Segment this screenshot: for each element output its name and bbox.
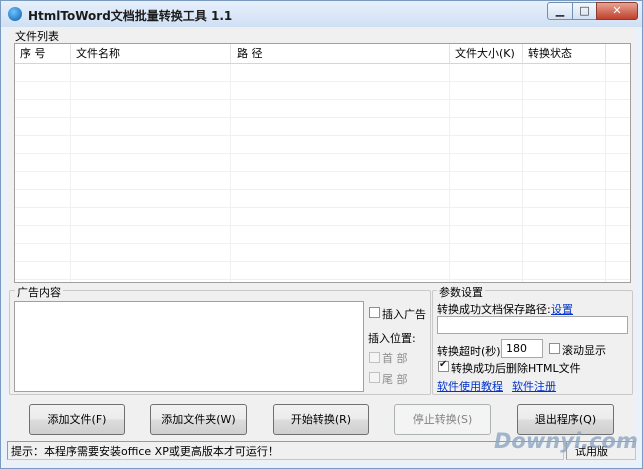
params-group-label: 参数设置 bbox=[437, 284, 485, 300]
add-folder-button[interactable]: 添加文件夹(W) bbox=[150, 404, 247, 435]
table-row bbox=[15, 64, 630, 82]
start-convert-button[interactable]: 开始转换(R) bbox=[273, 404, 369, 435]
table-row bbox=[15, 172, 630, 190]
title-bar[interactable]: HtmlToWord文档批量转换工具 1.1 ▁ □ ✕ bbox=[1, 1, 642, 27]
ad-content-textarea[interactable] bbox=[14, 301, 364, 392]
window-title: HtmlToWord文档批量转换工具 1.1 bbox=[28, 9, 233, 23]
app-icon bbox=[8, 7, 22, 21]
position-tail-label: 尾 部 bbox=[382, 373, 408, 386]
table-row bbox=[15, 262, 630, 280]
maximize-button[interactable]: □ bbox=[572, 2, 597, 20]
tutorial-link[interactable]: 软件使用教程 bbox=[437, 378, 503, 394]
delete-html-checkbox[interactable] bbox=[438, 359, 449, 372]
timeout-label: 转换超时(秒): bbox=[437, 345, 505, 358]
status-hint: 提示：本程序需要安装office XP或更高版本才可运行！ bbox=[7, 441, 564, 460]
insert-position-label: 插入位置: bbox=[368, 332, 416, 345]
table-row bbox=[15, 118, 630, 136]
table-row bbox=[15, 226, 630, 244]
scroll-display-label: 滚动显示 bbox=[562, 344, 606, 357]
table-row bbox=[15, 244, 630, 262]
timeout-field[interactable]: 180 bbox=[501, 339, 543, 358]
table-row bbox=[15, 208, 630, 226]
register-link[interactable]: 软件注册 bbox=[512, 378, 556, 394]
watermark-logo: Downyi.com bbox=[494, 429, 638, 453]
table-row bbox=[15, 100, 630, 118]
column-header-index[interactable]: 序 号 bbox=[15, 44, 71, 63]
table-row bbox=[15, 154, 630, 172]
file-list[interactable]: 序 号 文件名称 路 径 文件大小(K) 转换状态 bbox=[14, 43, 631, 283]
scroll-display-checkbox[interactable] bbox=[549, 343, 560, 354]
stop-convert-button[interactable]: 停止转换(S) bbox=[394, 404, 491, 435]
table-row bbox=[15, 136, 630, 154]
file-list-body bbox=[15, 64, 630, 282]
position-head-label: 首 部 bbox=[382, 352, 408, 365]
ad-group-label: 广告内容 bbox=[15, 284, 63, 300]
settings-link[interactable]: 设置 bbox=[551, 301, 573, 317]
table-row bbox=[15, 82, 630, 100]
column-header-size[interactable]: 文件大小(K) bbox=[450, 44, 523, 63]
position-head-checkbox[interactable] bbox=[369, 352, 380, 363]
delete-html-label: 转换成功后删除HTML文件 bbox=[451, 362, 581, 375]
close-button[interactable]: ✕ bbox=[596, 2, 638, 20]
position-tail-checkbox[interactable] bbox=[369, 372, 380, 383]
insert-ad-label: 插入广告 bbox=[382, 308, 426, 321]
client-area: 文件列表 序 号 文件名称 路 径 文件大小(K) 转换状态 广告内容 插入广告… bbox=[7, 27, 636, 461]
app-window: HtmlToWord文档批量转换工具 1.1 ▁ □ ✕ 文件列表 序 号 文件… bbox=[0, 0, 643, 469]
file-list-label: 文件列表 bbox=[15, 30, 59, 43]
save-path-label: 转换成功文档保存路径: bbox=[437, 303, 551, 316]
column-header-filename[interactable]: 文件名称 bbox=[71, 44, 231, 63]
column-header-path[interactable]: 路 径 bbox=[231, 44, 450, 63]
table-row bbox=[15, 190, 630, 208]
add-file-button[interactable]: 添加文件(F) bbox=[29, 404, 125, 435]
save-path-field[interactable] bbox=[437, 316, 628, 334]
column-header-status[interactable]: 转换状态 bbox=[523, 44, 606, 63]
insert-ad-checkbox[interactable] bbox=[369, 307, 380, 318]
minimize-button[interactable]: ▁ bbox=[547, 2, 573, 20]
file-list-header: 序 号 文件名称 路 径 文件大小(K) 转换状态 bbox=[15, 44, 630, 64]
